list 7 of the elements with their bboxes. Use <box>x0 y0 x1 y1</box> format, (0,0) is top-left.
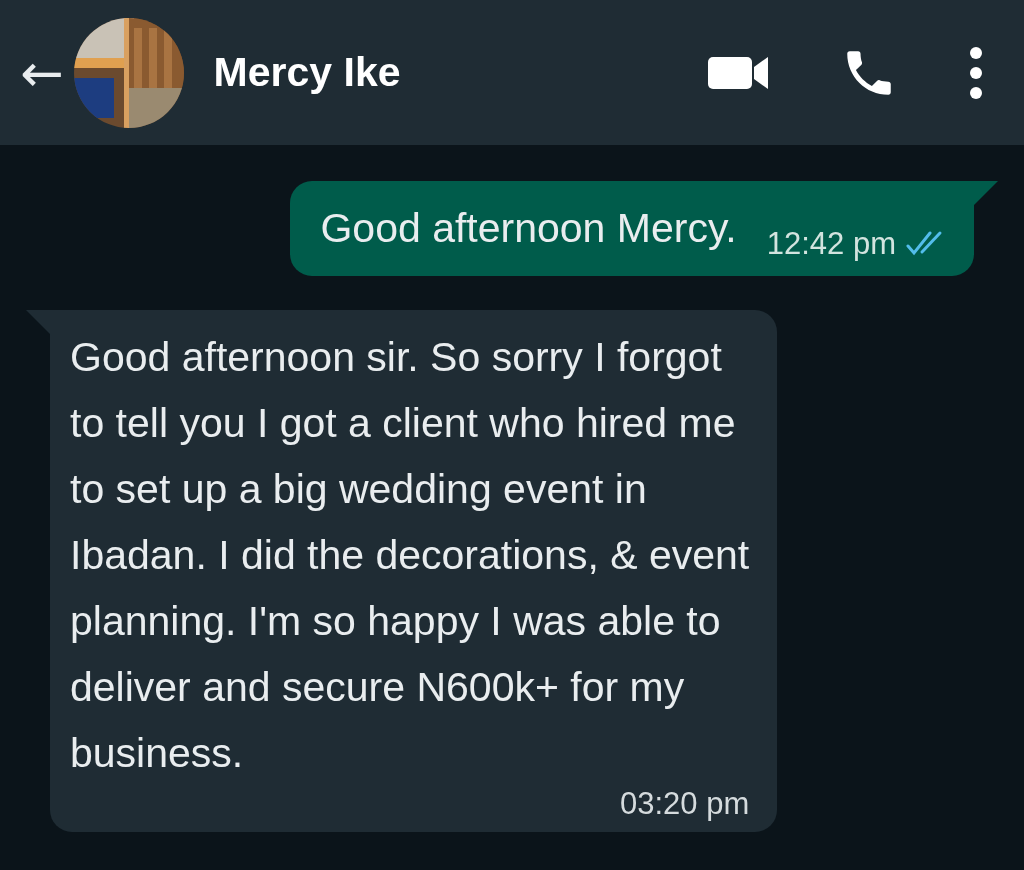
message-text: Good afternoon sir. So sorry I forgot to tell you I got a client who hired me to set up a big wedding event in Ibadan. I did the decorations, & event planning. I'm so happy I was able to deliver and secure N600k+ for my business. <box>70 333 750 778</box>
back-button[interactable]: ← <box>14 46 70 99</box>
menu-icon[interactable] <box>968 45 984 100</box>
message-time: 12:42 pm <box>766 226 896 262</box>
message-time: 03:20 pm <box>620 786 750 822</box>
message-text: Good afternoon Mercy. <box>320 205 737 252</box>
contact-name: Mercy Ike <box>213 49 401 96</box>
